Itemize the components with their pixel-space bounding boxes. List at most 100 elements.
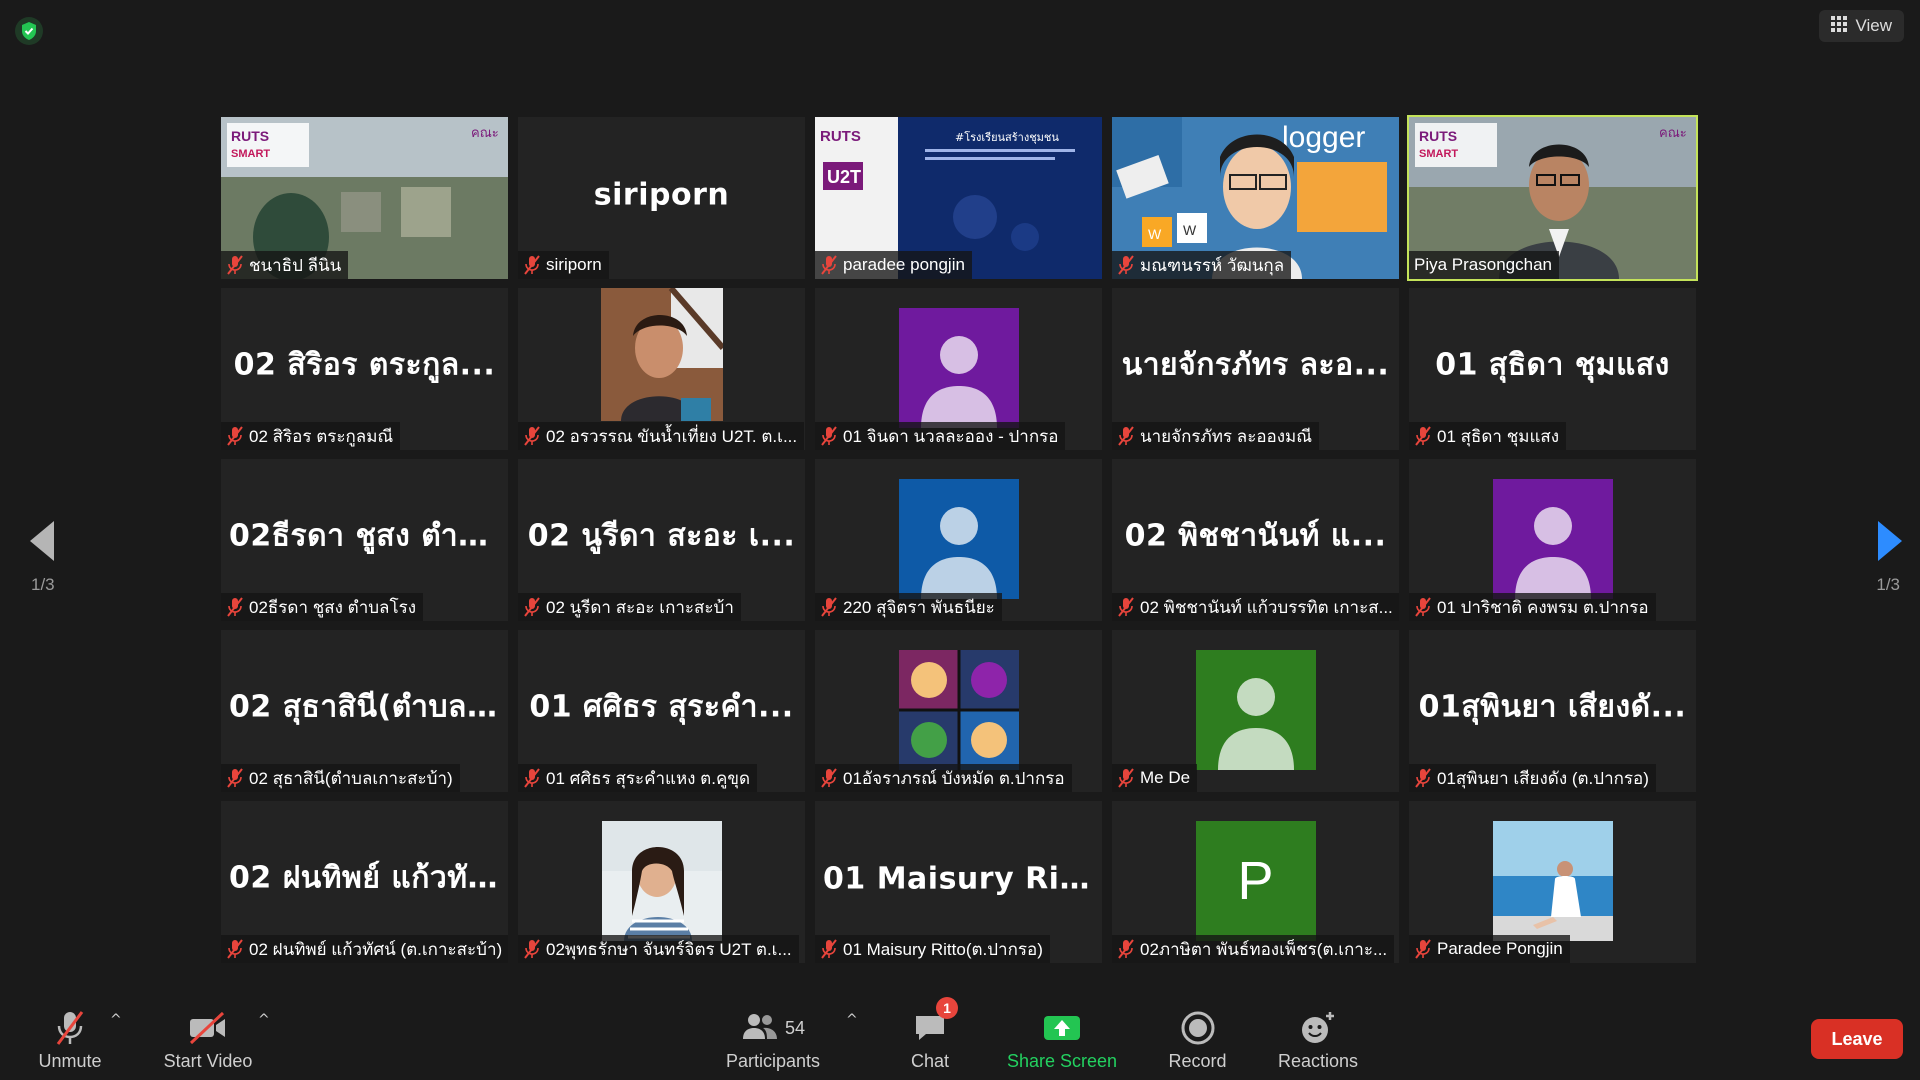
reactions-button[interactable]: Reactions [1270,990,1366,1080]
view-button[interactable]: View [1819,10,1904,42]
participant-photo [1492,821,1613,941]
muted-mic-icon [523,255,541,275]
share-screen-icon [1042,1005,1082,1051]
reactions-smiley-icon [1299,1005,1337,1051]
participant-name: มณฑนรรห์ วัฒนกุล [1140,255,1285,275]
participants-icon [741,1011,779,1046]
unmute-button[interactable]: Unmute [30,990,110,1080]
participant-name: 01 สุธิดา ชุมแสง [1437,426,1560,446]
svg-text:#โรงเรียนสร้างชุมชน: #โรงเรียนสร้างชุมชน [955,130,1059,144]
participant-tile[interactable]: 02 ฝนทิพย์ แก้วทั... 02 ฝนทิพย์ แก้วทัศน์… [221,801,508,963]
participant-tile[interactable]: RUTS SMART คณะ Piya Prasongchan [1407,115,1698,281]
participant-tile[interactable]: 01สุพินยา เสียงดั... 01สุพินยา เสียงดัง (… [1409,630,1696,792]
participant-tile[interactable]: 01 Maisury Ritt... 01 Maisury Ritto(ต.ปาก… [815,801,1102,963]
participant-display-name: นายจักรภัทร ละอ... [1121,347,1390,383]
participant-display-name: 02ธีรดา ชูสง ตำบ... [229,518,508,554]
participant-tile[interactable]: Paradee Pongjin [1409,801,1696,963]
muted-mic-icon [1414,426,1432,446]
participant-name: 01สุพินยา เสียงดัง (ต.ปากรอ) [1437,768,1649,788]
share-screen-button[interactable]: Share Screen [1002,990,1122,1080]
svg-text:SMART: SMART [231,148,270,160]
participant-name-label: siriporn [518,251,609,279]
default-avatar-icon [898,308,1019,428]
chat-unread-badge: 1 [936,997,958,1019]
participant-name: paradee pongjin [843,255,965,274]
record-label: Record [1168,1051,1227,1071]
video-options-caret-icon[interactable]: ^ [258,1012,270,1028]
participant-display-name: 02 นูรีดา สะอะ เ... [527,518,796,554]
svg-text:RUTS: RUTS [231,128,269,144]
svg-text:U2T: U2T [827,167,861,187]
participant-tile[interactable]: 02 สุธาสินี(ตำบล... 02 สุธาสินี(ตำบลเกาะส… [221,630,508,792]
participant-name: 02 ฝนทิพย์ แก้วทัศน์ (ต.เกาะสะบ้า) [249,939,503,959]
participant-name: siriporn [546,255,602,274]
record-button[interactable]: Record [1160,990,1235,1080]
participant-tile[interactable]: 02 นูรีดา สะอะ เ... 02 นูรีดา สะอะ เกาะสะ… [518,459,805,621]
participant-tile[interactable]: Me De [1112,630,1399,792]
svg-text:คณะ: คณะ [471,125,499,140]
muted-microphone-icon [50,1005,90,1051]
svg-text:RUTS: RUTS [1419,128,1457,144]
participant-name: ชนาธิป ลีนิน [249,255,342,275]
participant-tile[interactable]: 02 พิชชานันท์ แ... 02 พิชชานันท์ แก้วบรรท… [1112,459,1399,621]
next-page-arrow-icon[interactable] [1866,516,1906,566]
default-avatar-icon [898,479,1019,599]
avatar-letter: P [1237,851,1274,911]
muted-mic-icon [523,597,541,617]
video-off-icon [187,1005,229,1051]
participants-button[interactable]: 54 Participants [720,990,826,1080]
participant-name: 220 สุจิตรา พันธนียะ [843,597,995,617]
chat-button[interactable]: 1 Chat [900,990,960,1080]
participant-tile[interactable]: P 02ภาษิตา พันธ์ทองเพ็ชร(ต.เกาะ... [1112,801,1399,963]
participant-name-label: 02 อรวรรณ ขันน้ำเที่ยง U2T. ต.เ... [518,422,805,450]
participant-tile[interactable]: 01 จินดา นวลละออง - ปากรอ [815,288,1102,450]
reactions-label: Reactions [1277,1051,1359,1071]
participant-tile[interactable]: 02 อรวรรณ ขันน้ำเที่ยง U2T. ต.เ... [518,288,805,450]
participants-count: 54 [784,1017,806,1038]
meeting-toolbar: Unmute ^ Start Video ^ 54 Participants ^… [0,990,1920,1080]
participant-tile[interactable]: นายจักรภัทร ละอ... นายจักรภัทร ละอองมณี [1112,288,1399,450]
participant-name-label: 02 นูรีดา สะอะ เกาะสะบ้า [518,593,741,621]
security-shield-icon[interactable] [14,16,44,46]
muted-mic-icon [523,426,541,446]
participant-display-name: 01 ศศิธร สุระคำ... [529,689,794,725]
participant-tile[interactable]: 02พุทธรักษา จันทร์จิตร U2T ต.เ... [518,801,805,963]
participant-tile[interactable]: logger W W มณฑนรรห์ วัฒนกุล [1112,117,1399,279]
participant-tile[interactable]: 02ธีรดา ชูสง ตำบ... 02ธีรดา ชูสง ตำบลโรง [221,459,508,621]
previous-page-arrow-icon[interactable] [26,516,66,566]
participant-name-label: Piya Prasongchan [1409,251,1559,279]
participant-name-label: 02 สุธาสินี(ตำบลเกาะสะบ้า) [221,764,460,792]
participant-display-name: 01 Maisury Ritt... [823,861,1102,897]
participant-display-name: 02 สิริอร ตระกูล... [233,347,496,383]
participant-tile[interactable]: 01 ปาริชาติ คงพรม ต.ปากรอ [1409,459,1696,621]
participant-tile[interactable]: 01 ศศิธร สุระคำ... 01 ศศิธร สุระคำแหง ต.ค… [518,630,805,792]
participant-tile[interactable]: 01อัจราภรณ์ บังหมัด ต.ปากรอ [815,630,1102,792]
participants-icon-group: 54 [741,1005,805,1051]
participant-name: 02 สุธาสินี(ตำบลเกาะสะบ้า) [249,768,453,788]
participant-tile[interactable]: RUTS U2T #โรงเรียนสร้างชุมชน paradee pongji… [815,117,1102,279]
muted-mic-icon [820,255,838,275]
participant-name-label: 02ภาษิตา พันธ์ทองเพ็ชร(ต.เกาะ... [1112,935,1395,963]
audio-options-caret-icon[interactable]: ^ [110,1012,122,1028]
participant-tile[interactable]: 02 สิริอร ตระกูล... 02 สิริอร ตระกูลมณี [221,288,508,450]
muted-mic-icon [1117,597,1135,617]
muted-mic-icon [820,768,838,788]
participant-tile[interactable]: RUTS SMART คณะชนาธิป ลีนิน [221,117,508,279]
start-video-button[interactable]: Start Video [158,990,258,1080]
participant-tile[interactable]: siriporn siriporn [518,117,805,279]
page-indicator-right: 1/3 [1876,575,1900,594]
participant-name-label: มณฑนรรห์ วัฒนกุล [1112,251,1292,279]
svg-text:SMART: SMART [1419,148,1458,160]
participant-tile[interactable]: 01 สุธิดา ชุมแสง 01 สุธิดา ชุมแสง [1409,288,1696,450]
letter-avatar: P [1195,821,1316,941]
participants-options-caret-icon[interactable]: ^ [846,1012,858,1028]
participant-tile[interactable]: 220 สุจิตรา พันธนียะ [815,459,1102,621]
muted-mic-icon [1414,768,1432,788]
participant-name: 02 สิริอร ตระกูลมณี [249,426,394,446]
leave-button[interactable]: Leave [1811,1019,1903,1059]
participant-name-label: นายจักรภัทร ละอองมณี [1112,422,1320,450]
participant-display-name: 01สุพินยา เสียงดั... [1418,689,1687,725]
gallery-grid: RUTS SMART คณะชนาธิป ลีนิน siriporn siriporn… [221,115,1698,963]
participant-photo [898,650,1019,770]
grid-view-icon [1831,15,1848,37]
